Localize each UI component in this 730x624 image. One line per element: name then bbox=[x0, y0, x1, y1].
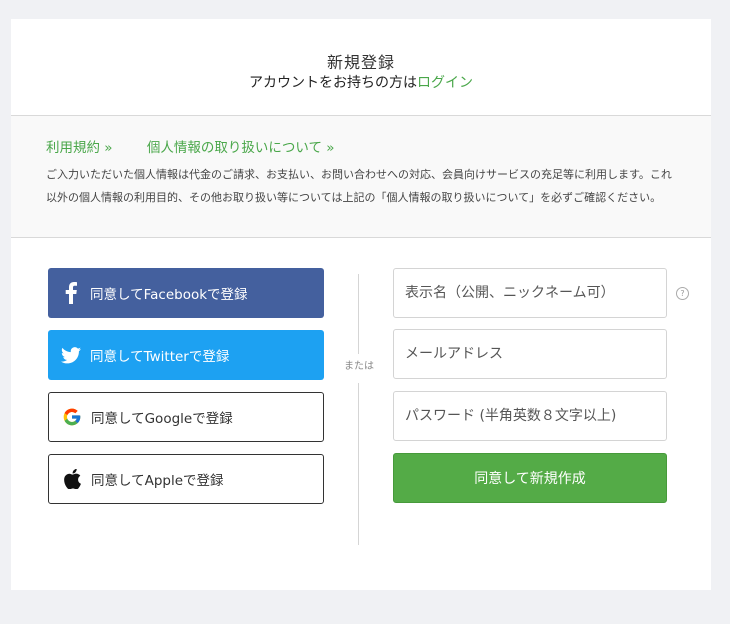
terms-section: 利用規約 » 個人情報の取り扱いについて » ご入力いただいた個人情報は代金のご… bbox=[11, 116, 711, 238]
vertical-divider-top bbox=[358, 274, 359, 354]
twitter-icon bbox=[58, 342, 84, 368]
facebook-icon bbox=[58, 280, 84, 306]
create-account-label: 同意して新規作成 bbox=[474, 471, 586, 487]
login-prompt-text: アカウントをお持ちの方は bbox=[249, 75, 417, 91]
or-separator-label: または bbox=[344, 361, 374, 372]
apple-signup-button[interactable]: 同意してAppleで登録 bbox=[48, 454, 324, 504]
password-input[interactable] bbox=[393, 391, 667, 441]
google-icon bbox=[59, 404, 85, 430]
display-name-input[interactable] bbox=[393, 268, 667, 318]
page-title: 新規登録 bbox=[326, 53, 395, 72]
privacy-notice-text: ご入力いただいた個人情報は代金のご請求、お支払い、お問い合わせへの対応、会員向け… bbox=[46, 168, 672, 204]
twitter-signup-button[interactable]: 同意してTwitterで登録 bbox=[48, 330, 324, 380]
signup-card: 新規登録 アカウントをお持ちの方はログイン 利用規約 » 個人情報の取り扱いにつ… bbox=[11, 19, 711, 590]
apple-icon bbox=[59, 466, 85, 492]
facebook-signup-label: 同意してFacebookで登録 bbox=[90, 287, 248, 303]
facebook-signup-button[interactable]: 同意してFacebookで登録 bbox=[48, 268, 324, 318]
help-icon[interactable]: ? bbox=[676, 287, 689, 300]
twitter-signup-label: 同意してTwitterで登録 bbox=[90, 349, 230, 365]
privacy-policy-link[interactable]: 個人情報の取り扱いについて » bbox=[147, 140, 335, 156]
terms-of-service-link[interactable]: 利用規約 » bbox=[46, 140, 113, 156]
google-signup-label: 同意してGoogleで登録 bbox=[91, 411, 233, 427]
google-signup-button[interactable]: 同意してGoogleで登録 bbox=[48, 392, 324, 442]
apple-signup-label: 同意してAppleで登録 bbox=[91, 473, 224, 489]
create-account-button[interactable]: 同意して新規作成 bbox=[393, 453, 667, 503]
terms-links: 利用規約 » 個人情報の取り扱いについて » bbox=[46, 136, 335, 156]
email-input[interactable] bbox=[393, 329, 667, 379]
vertical-divider-bottom bbox=[358, 383, 359, 545]
signup-header: 新規登録 アカウントをお持ちの方はログイン bbox=[11, 19, 711, 116]
login-link[interactable]: ログイン bbox=[417, 75, 473, 91]
login-prompt: アカウントをお持ちの方はログイン bbox=[11, 72, 711, 92]
